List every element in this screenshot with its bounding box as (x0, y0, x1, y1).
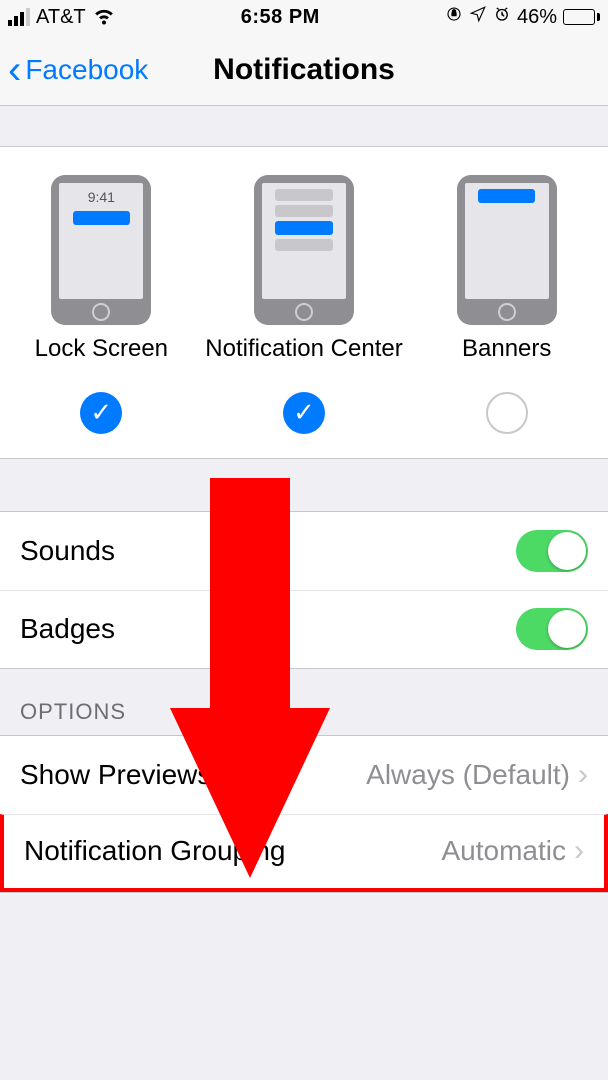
battery-icon (563, 9, 600, 25)
notification-center-checkbox[interactable]: ✓ (283, 392, 325, 434)
alert-style-label: Lock Screen (35, 335, 168, 364)
alert-style-label: Banners (462, 335, 551, 364)
back-label: Facebook (25, 54, 148, 86)
checkmark-icon: ✓ (90, 397, 112, 428)
chevron-left-icon: ‹ (8, 50, 21, 90)
sounds-toggle[interactable] (516, 530, 588, 572)
show-previews-row[interactable]: Show Previews Always (Default) › (0, 736, 608, 814)
badges-toggle[interactable] (516, 608, 588, 650)
sounds-badges-section: Sounds Badges (0, 511, 608, 669)
carrier-label: AT&T (36, 6, 86, 29)
wifi-icon (92, 2, 116, 32)
show-previews-label: Show Previews (20, 759, 211, 791)
checkmark-icon: ✓ (293, 397, 315, 428)
status-bar: AT&T 6:58 PM 46% (0, 0, 608, 34)
clock-label: 6:58 PM (241, 6, 320, 29)
lock-screen-checkbox[interactable]: ✓ (80, 392, 122, 434)
sounds-row: Sounds (0, 512, 608, 590)
chevron-right-icon: › (578, 758, 588, 792)
location-arrow-icon (469, 5, 487, 29)
sounds-label: Sounds (20, 535, 115, 567)
rotation-lock-icon (445, 5, 463, 29)
nav-header: ‹ Facebook Notifications (0, 34, 608, 106)
alert-style-lock-screen[interactable]: 9:41 Lock Screen (0, 175, 203, 364)
back-button[interactable]: ‹ Facebook (8, 50, 148, 90)
lock-screen-preview-icon: 9:41 (51, 175, 151, 325)
alert-styles-section: 9:41 Lock Screen Notification Center (0, 146, 608, 459)
options-section: Show Previews Always (Default) › Notific… (0, 735, 608, 893)
alert-style-label: Notification Center (205, 335, 402, 364)
alert-style-notification-center[interactable]: Notification Center (203, 175, 406, 364)
options-header: Options (0, 669, 608, 735)
badges-row: Badges (0, 590, 608, 668)
banners-preview-icon (457, 175, 557, 325)
notification-grouping-value: Automatic (442, 835, 567, 867)
battery-percent-label: 46% (517, 6, 557, 29)
alert-style-banners[interactable]: Banners (405, 175, 608, 364)
notification-grouping-label: Notification Grouping (24, 835, 285, 867)
cell-signal-icon (8, 8, 30, 26)
alarm-icon (493, 5, 511, 29)
notification-grouping-row[interactable]: Notification Grouping Automatic › (0, 814, 608, 892)
chevron-right-icon: › (574, 834, 584, 868)
notification-center-preview-icon (254, 175, 354, 325)
show-previews-value: Always (Default) (366, 759, 570, 791)
badges-label: Badges (20, 613, 115, 645)
banners-checkbox[interactable] (486, 392, 528, 434)
